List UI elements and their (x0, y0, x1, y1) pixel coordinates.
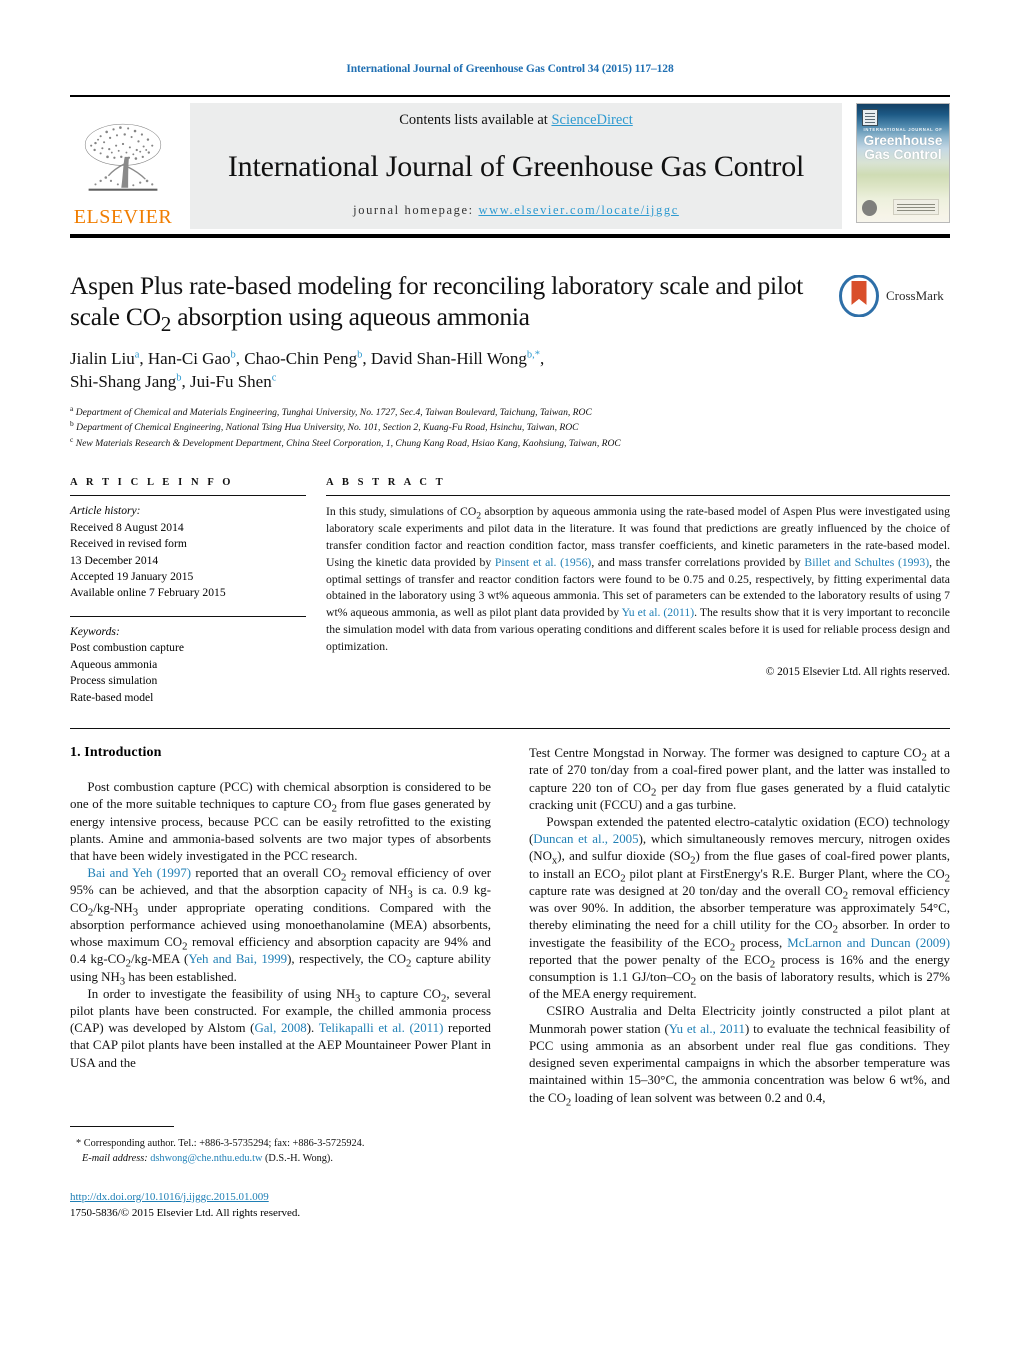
body-paragraph: Bai and Yeh (1997) reported that an over… (70, 866, 492, 988)
history-item: 13 December 2014 (70, 553, 159, 567)
journal-homepage-line: journal homepage: www.elsevier.com/locat… (353, 203, 679, 218)
body-columns: 1. Introduction Post combustion capture … (70, 745, 950, 1222)
abstract-heading: A B S T R A C T (326, 477, 446, 489)
crossmark-icon[interactable] (838, 274, 880, 318)
crossmark-label: CrossMark (886, 288, 944, 303)
contents-available-line: Contents lists available at ScienceDirec… (399, 112, 633, 129)
issn-copyright-line: 1750-5836/© 2015 Elsevier Ltd. All right… (70, 1207, 301, 1220)
cover-title: Greenhouse Gas Control (857, 133, 949, 163)
abstract-copyright: © 2015 Elsevier Ltd. All rights reserved… (765, 665, 950, 678)
affiliation-text: New Materials Research & Development Dep… (75, 437, 621, 449)
body-paragraph: Powspan extended the patented electro-ca… (529, 815, 951, 1002)
journal-title: International Journal of Greenhouse Gas … (227, 149, 805, 183)
elsevier-wordmark: ELSEVIER (73, 206, 173, 228)
article-info-column: A R T I C L E I N F O Article history: R… (70, 477, 306, 706)
keyword-item: Post combustion capture (70, 641, 184, 655)
keywords-group: Keywords: Post combustion capture Aqueou… (70, 615, 306, 706)
cover-footer-logo (893, 199, 939, 215)
affiliation-mark: a (70, 403, 74, 413)
cover-title-line1: Greenhouse (863, 133, 943, 148)
corresponding-author-footnote: * Corresponding author. Tel.: +886-3-573… (70, 1125, 491, 1167)
body-separator-rule (70, 728, 950, 730)
cover-kicker: INTERNATIONAL JOURNAL OF (863, 127, 943, 132)
article-history-label: Article history: (70, 504, 141, 518)
journal-cover-thumbnail: INTERNATIONAL JOURNAL OF Greenhouse Gas … (856, 103, 950, 223)
keywords-label: Keywords: (70, 624, 120, 638)
affiliation-list: a Department of Chemical and Materials E… (70, 403, 830, 452)
elsevier-tree-icon (84, 123, 162, 191)
history-item: Received in revised form (70, 537, 187, 551)
masthead-center-panel: Contents lists available at ScienceDirec… (190, 103, 842, 229)
running-head: International Journal of Greenhouse Gas … (346, 63, 674, 75)
author-list: Jialin Liua, Han-Ci Gaob, Chao-Chin Peng… (70, 348, 545, 392)
doi-link[interactable]: http://dx.doi.org/10.1016/j.ijggc.2015.0… (70, 1191, 269, 1203)
footnote-rule (70, 1125, 174, 1127)
body-paragraph: Post combustion capture (PCC) with chemi… (70, 780, 491, 864)
body-paragraph: CSIRO Australia and Delta Electricity jo… (529, 1004, 950, 1109)
contents-prefix: Contents lists available at (399, 112, 552, 128)
keyword-item: Process simulation (70, 674, 158, 688)
keyword-item: Rate-based model (70, 690, 154, 704)
homepage-label: journal homepage: (353, 203, 474, 217)
crossmark-logo-svg (839, 274, 879, 318)
journal-masthead: ELSEVIER Contents lists available at Sci… (70, 95, 950, 238)
elsevier-logo: ELSEVIER (70, 103, 176, 229)
crossmark-badge[interactable]: CrossMark (838, 274, 950, 318)
footnote-corresponding: * Corresponding author. Tel.: +886-3-573… (76, 1137, 365, 1149)
abstract-text: In this study, simulations of CO2 absorp… (326, 505, 951, 653)
body-column-right: Test Centre Mongstad in Norway. The form… (529, 745, 950, 1222)
article-info-heading: A R T I C L E I N F O (70, 477, 234, 489)
body-column-left: 1. Introduction Post combustion capture … (70, 745, 491, 1222)
body-paragraph: Test Centre Mongstad in Norway. The form… (529, 746, 950, 812)
body-paragraph: In order to investigate the feasibility … (70, 986, 492, 1070)
affiliation-item: a Department of Chemical and Materials E… (70, 403, 830, 421)
keyword-item: Aqueous ammonia (70, 657, 158, 671)
cover-badge-icon (862, 200, 877, 216)
affiliation-item: b Department of Chemical Engineering, Na… (70, 420, 830, 436)
article-history-group: Article history: Received 8 August 2014 … (70, 496, 306, 602)
page-title: Aspen Plus rate-based modeling for recon… (70, 271, 804, 336)
footnote-email: E-mail address: dshwong@che.nthu.edu.tw … (82, 1153, 333, 1165)
affiliation-text: Department of Chemical and Materials Eng… (75, 406, 592, 418)
info-abstract-region: A R T I C L E I N F O Article history: R… (70, 477, 950, 706)
affiliation-text: Department of Chemical Engineering, Nati… (76, 422, 579, 434)
sciencedirect-link[interactable]: ScienceDirect (551, 112, 632, 128)
history-item: Available online 7 February 2015 (70, 586, 226, 600)
history-item: Accepted 19 January 2015 (70, 570, 194, 583)
affiliation-item: c New Materials Research & Development D… (70, 434, 830, 452)
article-title-block: Aspen Plus rate-based modeling for recon… (70, 271, 950, 451)
affiliation-mark: c (70, 434, 74, 444)
history-item: Received 8 August 2014 (70, 520, 184, 534)
cover-title-line2: Gas Control (864, 147, 942, 163)
abstract-column: A B S T R A C T In this study, simulatio… (326, 477, 950, 706)
paper-page: International Journal of Greenhouse Gas … (0, 0, 1020, 1351)
doi-footer: http://dx.doi.org/10.1016/j.ijggc.2015.0… (70, 1189, 491, 1222)
cover-elsevier-icon (862, 109, 878, 126)
section-heading-introduction: 1. Introduction (70, 745, 162, 761)
journal-homepage-link[interactable]: www.elsevier.com/locate/ijggc (478, 203, 678, 217)
affiliation-mark: b (70, 418, 74, 428)
